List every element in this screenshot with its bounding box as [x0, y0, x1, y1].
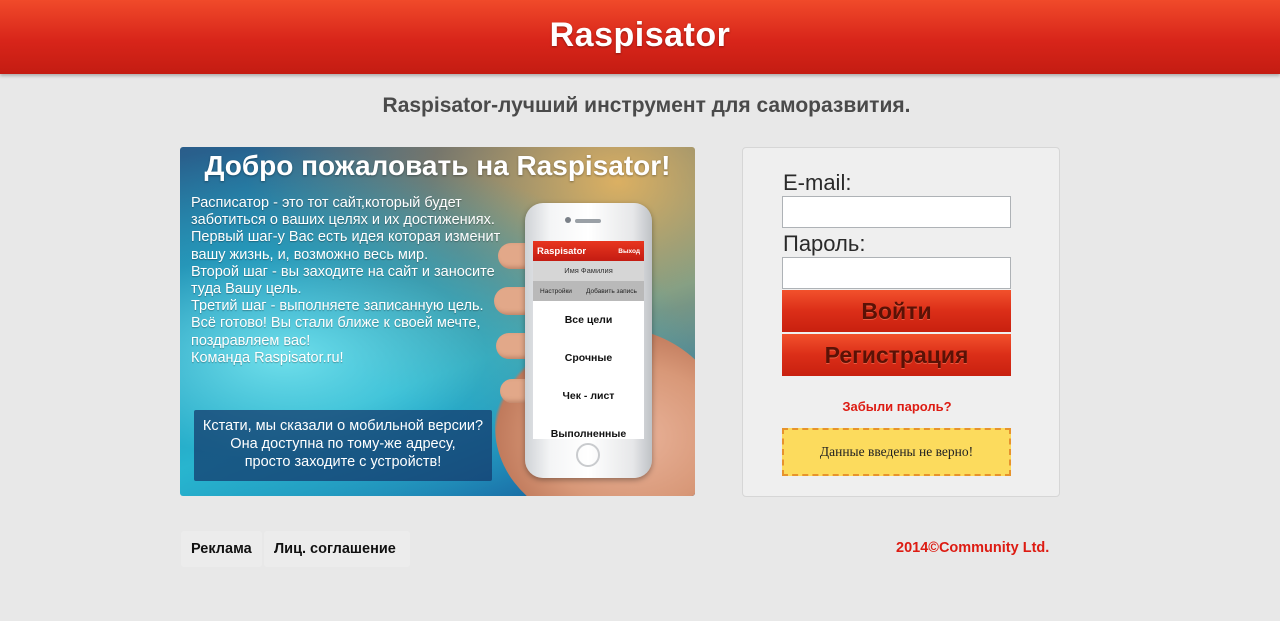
promo-title: Добро пожаловать на Raspisator! — [204, 150, 671, 181]
email-label: E-mail: — [783, 170, 852, 195]
promo-line: Первый шаг-у Вас есть идея которая измен… — [191, 229, 501, 246]
mobile-version-note: Кстати, мы сказали о мобильной версии? О… — [194, 410, 492, 481]
login-button[interactable]: Войти — [782, 290, 1011, 332]
phone-menu-item: Срочные — [564, 352, 613, 364]
promo-line: Команда Raspisator.ru! — [191, 349, 344, 366]
password-field[interactable] — [782, 257, 1011, 289]
site-header: Raspisator — [0, 0, 1280, 74]
phone-home-button-icon — [576, 443, 600, 467]
mobile-note-line: Кстати, мы сказали о мобильной версии? — [202, 418, 484, 434]
phone-tab-settings: Настройки — [540, 287, 572, 295]
promo-line: поздравляем вас! — [191, 332, 311, 349]
phone-mockup: Raspisator Выход Имя Фамилия Настройки Д… — [525, 203, 652, 478]
forgot-password-link[interactable]: Забыли пароль? — [743, 399, 1051, 414]
promo-line: Расписатор - это тот сайт,который будет — [191, 195, 462, 211]
login-form: E-mail: Пароль: Войти Регистрация Забыли… — [742, 147, 1060, 497]
phone-user-name: Имя Фамилия — [533, 261, 644, 281]
copyright: 2014©Community Ltd. — [896, 540, 1050, 556]
phone-app-title: Raspisator — [537, 245, 587, 257]
phone-menu-item: Чек - лист — [562, 390, 615, 402]
promo-line: заботиться о ваших целях и их достижения… — [191, 212, 495, 229]
promo-line: Всё готово! Вы стали ближе к своей мечте… — [191, 315, 481, 332]
register-button[interactable]: Регистрация — [782, 334, 1011, 376]
email-field[interactable] — [782, 196, 1011, 228]
password-label: Пароль: — [783, 231, 866, 256]
tagline: Raspisator-лучший инструмент для самораз… — [382, 94, 911, 117]
mobile-note-line: просто заходите с устройств! — [244, 454, 442, 470]
promo-panel: Добро пожаловать на Raspisator! Расписат… — [180, 147, 695, 496]
phone-camera-icon — [565, 217, 571, 223]
site-title: Raspisator — [549, 16, 731, 54]
mobile-note-line: Она доступна по тому-же адресу, — [230, 436, 456, 452]
phone-screen: Raspisator Выход Имя Фамилия Настройки Д… — [533, 241, 644, 439]
promo-line: Второй шаг - вы заходите на сайт и занос… — [191, 263, 495, 280]
promo-line: Третий шаг - выполняете записанную цель. — [191, 298, 484, 315]
phone-tab-add: Добавить запись — [586, 287, 637, 295]
promo-line: вашу жизнь, и, возможно весь мир. — [191, 246, 429, 263]
phone-exit-label: Выход — [618, 247, 640, 255]
promo-description: Расписатор - это тот сайт,который будет … — [191, 195, 521, 367]
promo-line: туда Вашу цель. — [191, 281, 302, 298]
phone-tabs: Настройки Добавить запись — [533, 281, 644, 301]
license-link[interactable]: Лиц. соглашение — [264, 531, 410, 567]
phone-menu-item: Выполненные — [550, 428, 627, 439]
phone-menu-item: Все цели — [564, 314, 613, 326]
phone-app-bar: Raspisator Выход — [533, 241, 644, 261]
ads-link[interactable]: Реклама — [181, 531, 262, 567]
phone-speaker-icon — [575, 219, 601, 223]
error-message: Данные введены не верно! — [782, 428, 1011, 476]
